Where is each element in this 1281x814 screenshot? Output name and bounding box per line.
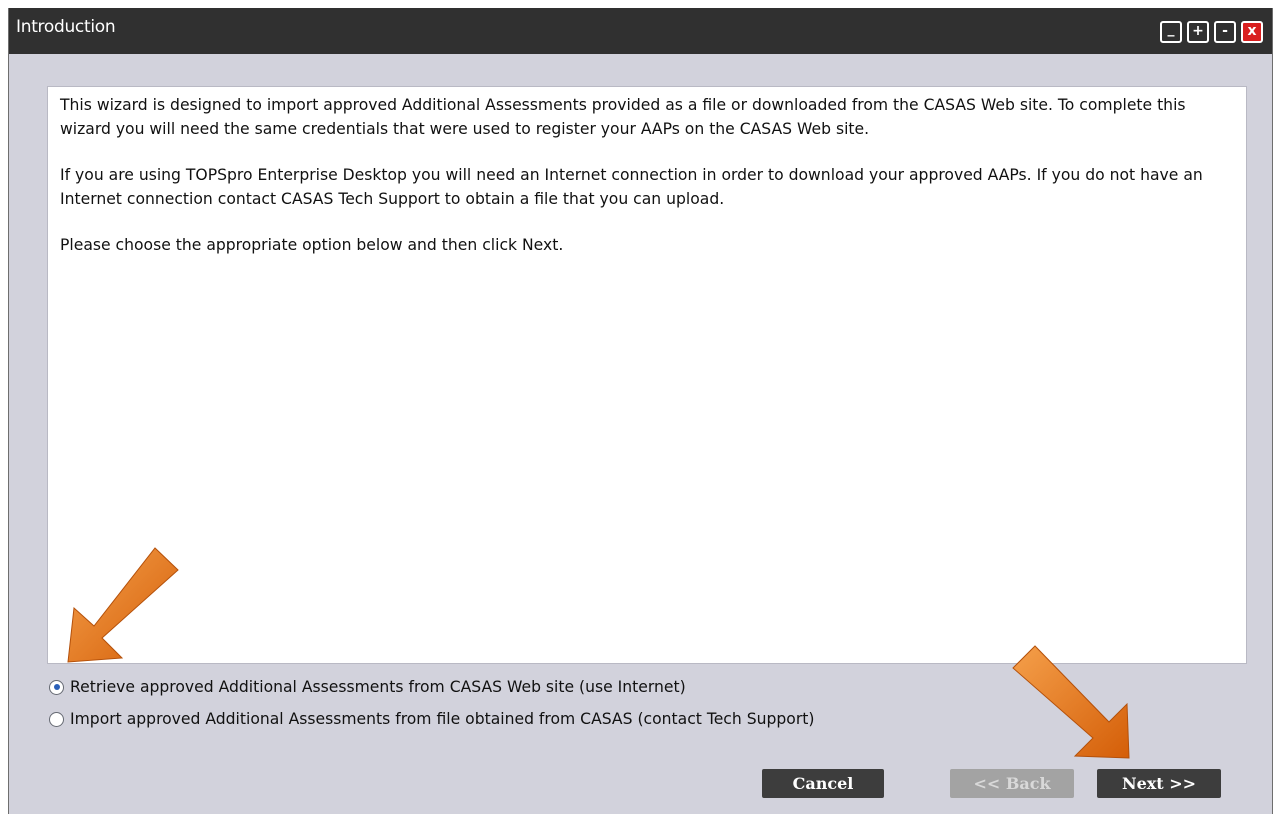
cancel-button[interactable]: Cancel (762, 769, 884, 798)
collapse-icon[interactable]: - (1214, 21, 1236, 43)
option-retrieve-web[interactable]: Retrieve approved Additional Assessments… (49, 678, 686, 696)
intro-text-panel: This wizard is designed to import approv… (47, 86, 1247, 664)
title-bar[interactable]: Introduction _ + - x (9, 8, 1272, 54)
minimize-icon[interactable]: _ (1160, 21, 1182, 43)
window-title: Introduction (16, 17, 116, 37)
retrieve-radio[interactable] (49, 679, 64, 695)
intro-paragraph-1: This wizard is designed to import approv… (60, 96, 1186, 138)
intro-paragraph-2: If you are using TOPSpro Enterprise Desk… (60, 166, 1203, 208)
close-icon[interactable]: x (1241, 21, 1263, 43)
option-import-file[interactable]: Import approved Additional Assessments f… (49, 710, 814, 728)
retrieve-label: Retrieve approved Additional Assessments… (70, 678, 686, 696)
next-button[interactable]: Next >> (1097, 769, 1221, 798)
expand-icon[interactable]: + (1187, 21, 1209, 43)
import-label: Import approved Additional Assessments f… (70, 710, 815, 728)
intro-paragraph-3: Please choose the appropriate option bel… (60, 236, 564, 254)
back-button[interactable]: << Back (950, 769, 1074, 798)
import-radio[interactable] (49, 711, 64, 727)
wizard-window: Introduction _ + - x This wizard is desi… (8, 8, 1273, 814)
window-controls: _ + - x (1160, 21, 1263, 43)
